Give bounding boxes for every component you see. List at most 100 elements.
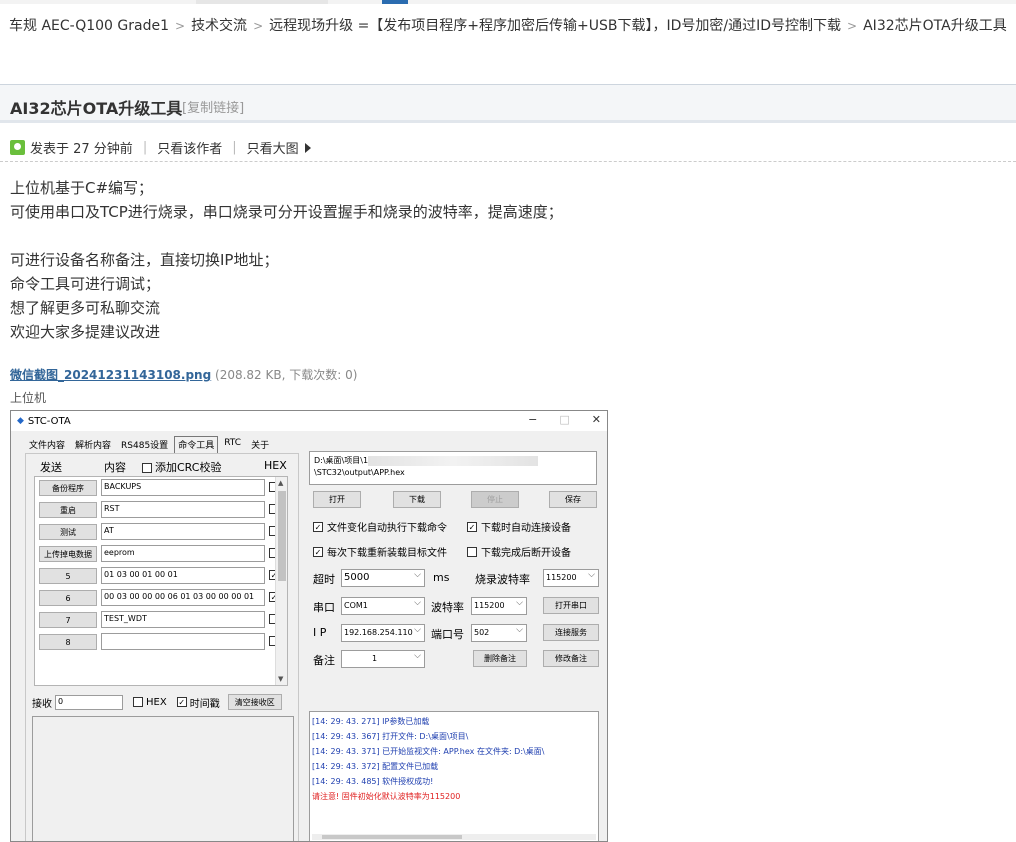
receive-area[interactable] xyxy=(32,716,294,841)
command-input[interactable]: TEST_WDT xyxy=(101,611,265,628)
crc-option[interactable]: 添加CRC校验 xyxy=(142,459,221,475)
command-send-button[interactable]: 8 xyxy=(39,634,97,650)
log-line: [14: 29: 43. 367] 打开文件: D:\桌面\项目\ xyxy=(312,732,469,741)
close-icon[interactable]: ✕ xyxy=(592,413,601,426)
scroll-thumb[interactable] xyxy=(322,835,462,839)
minimize-icon[interactable]: − xyxy=(528,413,537,426)
log-line: [14: 29: 43. 371] 已开始监视文件: APP.hex 在文件夹:… xyxy=(312,747,545,756)
edit-note-button[interactable]: 修改备注 xyxy=(543,650,599,667)
checkbox[interactable] xyxy=(467,546,477,557)
command-send-button[interactable]: 5 xyxy=(39,568,97,584)
list-item: 8 xyxy=(39,633,279,652)
command-send-button[interactable]: 上传掉电数据 xyxy=(39,546,97,562)
command-send-button[interactable]: 备份程序 xyxy=(39,480,97,496)
option-label: 下载时自动连接设备 xyxy=(481,523,571,534)
breadcrumb-sep-icon: > xyxy=(847,19,858,33)
command-send-button[interactable]: 7 xyxy=(39,612,97,628)
stop-button[interactable]: 停止 xyxy=(471,491,519,508)
command-input[interactable] xyxy=(101,633,265,650)
open-port-button[interactable]: 打开串口 xyxy=(543,597,599,614)
file-path-field[interactable]: D:\桌面\项目\1 \STC32\output\APP.hex xyxy=(309,451,597,485)
breadcrumb-item[interactable]: 车规 AEC-Q100 Grade1 xyxy=(9,18,169,34)
thread-header: AI32芯片OTA升级工具 [复制链接] xyxy=(0,85,1016,123)
checkbox[interactable]: ✓ xyxy=(467,521,477,532)
command-panel: 发送 内容 添加CRC校验 HEX 备份程序 BACKUPS 重启 RST 测试 AT… xyxy=(25,453,299,841)
tab-rs485[interactable]: RS485设置 xyxy=(117,436,172,453)
scroll-thumb[interactable] xyxy=(278,491,286,581)
breadcrumb-sep-icon: > xyxy=(175,19,186,33)
timeout-stepper[interactable]: 5000 xyxy=(341,569,425,587)
serial-row: 串口 COM1 波特率 115200 打开串口 xyxy=(313,597,601,617)
command-input[interactable]: RST xyxy=(101,501,265,518)
checkbox[interactable]: ✓ xyxy=(313,521,323,532)
tab-parse[interactable]: 解析内容 xyxy=(71,436,115,453)
breadcrumb-item[interactable]: 远程现场升级 =【发布项目程序+程序加密后传输+USB下载】，ID号加密/通过I… xyxy=(269,18,841,34)
app-screenshot[interactable]: ◆ STC-OTA − □ ✕ 文件内容 解析内容 RS485设置 命令工具 R… xyxy=(10,410,608,842)
triangle-right-icon[interactable] xyxy=(304,142,311,153)
top-accent[interactable] xyxy=(382,0,408,4)
tab-file[interactable]: 文件内容 xyxy=(25,436,69,453)
scroll-down-icon[interactable]: ▼ xyxy=(278,675,283,683)
option-auto-download[interactable]: ✓ 文件变化自动执行下载命令 xyxy=(313,519,447,534)
baud-label: 波特率 xyxy=(431,601,464,614)
post-content: 上位机基于C#编写； 可使用串口及TCP进行烧录，串口烧录可分开设置握手和烧录的… xyxy=(10,176,563,344)
command-send-button[interactable]: 6 xyxy=(39,590,97,606)
option-reload-file[interactable]: ✓ 每次下载重新装载目标文件 xyxy=(313,544,447,559)
breadcrumb-item[interactable]: 技术交流 xyxy=(191,18,247,34)
connect-button[interactable]: 连接服务 xyxy=(543,624,599,641)
burn-baud-select[interactable]: 115200 xyxy=(543,569,599,587)
top-strip xyxy=(0,0,1016,4)
attachment-link[interactable]: 微信截图_20241231143108.png xyxy=(10,368,211,382)
file-buttons: 打开 下载 停止 保存 xyxy=(313,491,597,509)
baud-select[interactable]: 115200 xyxy=(471,597,527,615)
hex-checkbox[interactable] xyxy=(133,697,143,707)
breadcrumb-item[interactable]: AI32芯片OTA升级工具 xyxy=(863,18,1007,34)
crc-checkbox[interactable] xyxy=(142,463,152,473)
command-input[interactable]: BACKUPS xyxy=(101,479,265,496)
app-tabs: 文件内容 解析内容 RS485设置 命令工具 RTC 关于 xyxy=(25,436,275,453)
tab-rtc[interactable]: RTC xyxy=(220,436,245,453)
top-tab[interactable] xyxy=(196,0,328,4)
ip-select[interactable]: 192.168.254.110 xyxy=(341,624,425,642)
copy-link[interactable]: [复制链接] xyxy=(182,97,244,116)
option-auto-connect[interactable]: ✓ 下载时自动连接设备 xyxy=(467,519,571,534)
port-no-select[interactable]: 502 xyxy=(471,624,527,642)
app-titlebar: ◆ STC-OTA xyxy=(11,411,607,431)
content-line xyxy=(10,224,563,248)
timestamp-checkbox[interactable]: ✓ xyxy=(176,697,187,707)
receive-row: 接收 0 HEX ✓ 时间戳 清空接收区 xyxy=(32,694,294,710)
log-panel[interactable]: [14: 29: 43. 271] IP参数已加载 [14: 29: 43. 3… xyxy=(309,711,599,841)
content-line: 欢迎大家多提建议改进 xyxy=(10,323,161,341)
save-button[interactable]: 保存 xyxy=(549,491,597,508)
scroll-up-icon[interactable]: ▲ xyxy=(278,479,283,487)
note-select[interactable]: 1 xyxy=(341,650,425,668)
command-input[interactable]: eeprom xyxy=(101,545,265,562)
command-input[interactable]: 00 03 00 00 00 06 01 03 00 00 00 01 xyxy=(101,589,265,606)
list-item: 备份程序 BACKUPS xyxy=(39,479,279,498)
only-author-link[interactable]: 只看该作者 xyxy=(157,138,222,157)
breadcrumb-sep-icon: > xyxy=(253,19,264,33)
tab-command[interactable]: 命令工具 xyxy=(174,436,219,453)
maximize-icon[interactable]: □ xyxy=(559,413,569,426)
command-send-button[interactable]: 重启 xyxy=(39,502,97,518)
option-disconnect[interactable]: 下载完成后断开设备 xyxy=(467,544,571,559)
port-select[interactable]: COM1 xyxy=(341,597,425,615)
download-button[interactable]: 下载 xyxy=(393,491,441,508)
tab-about[interactable]: 关于 xyxy=(247,436,273,453)
delete-note-button[interactable]: 删除备注 xyxy=(473,650,527,667)
clear-receive-button[interactable]: 清空接收区 xyxy=(227,694,282,710)
list-item: 7 TEST_WDT xyxy=(39,611,279,630)
scrollbar[interactable]: ▲ ▼ xyxy=(275,477,287,685)
log-line-warning: 请注意! 固件初始化默认波特率为115200 xyxy=(312,792,461,801)
command-input[interactable]: AT xyxy=(101,523,265,540)
command-input[interactable]: 01 03 00 01 00 01 xyxy=(101,567,265,584)
checkbox[interactable]: ✓ xyxy=(313,546,323,557)
only-big-link[interactable]: 只看大图 xyxy=(247,138,299,157)
horizontal-scrollbar[interactable] xyxy=(312,834,596,840)
meta-sep: | xyxy=(232,140,237,155)
recv-count-input[interactable]: 0 xyxy=(55,694,123,710)
open-button[interactable]: 打开 xyxy=(313,491,361,508)
list-item: 重启 RST xyxy=(39,501,279,520)
command-send-button[interactable]: 测试 xyxy=(39,524,97,540)
list-item: 测试 AT xyxy=(39,523,279,542)
